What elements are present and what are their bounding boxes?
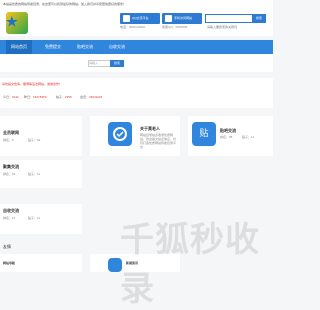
stat-yesterday: 昨日：15478459	[24, 95, 46, 99]
card-4-meta: 贴子：11	[28, 172, 41, 176]
card-4[interactable]: 聚集交流 排名：62 贴子：11	[0, 160, 82, 188]
notice-bar: 本站是优质的网站导航目录，在这里可以找到最好的网站。加入我们并享受更快更好的服务…	[0, 0, 273, 8]
card-4-rank-value: 62	[12, 172, 16, 176]
card-1-rank: 排名：5	[3, 138, 14, 142]
card-1[interactable]: 全员联网 排名：5 贴子：82	[0, 116, 82, 156]
card-3-rank-label: 排名：	[220, 135, 230, 139]
stat-members-value: 43041193	[89, 95, 103, 99]
stat-members-label: 会员：	[80, 95, 90, 99]
app-icon	[108, 122, 132, 146]
card-2-desc: 网站目录站点收录优质网站，欢迎提交站点信息，共同打造优质网站导航目录平台	[140, 133, 177, 149]
stat-yesterday-value: 15478459	[33, 95, 47, 99]
sub-search-area	[0, 54, 273, 72]
sub-search-input[interactable]: 请输入	[88, 60, 112, 67]
nav-item-submit[interactable]: 免费提交	[40, 40, 66, 54]
qq-button[interactable]: QQ交流平台	[120, 13, 160, 24]
mobile-icon	[165, 15, 172, 22]
stat-members: 会员：43041193	[80, 95, 102, 99]
search-button[interactable]: 搜索	[252, 14, 266, 23]
search-box[interactable]	[205, 14, 253, 31]
card-2-title: 关于莫老人	[140, 126, 160, 131]
tieba-icon: 贴	[192, 122, 216, 146]
nav-item-forum[interactable]: 贴吧交流	[72, 40, 98, 54]
card-5-rank-label: 排名：	[3, 216, 13, 220]
card-1-rank-label: 排名：	[3, 138, 13, 142]
watermark: 千狐秒收录	[120, 220, 260, 309]
section-label: 友情	[3, 244, 11, 249]
card-3-meta: 贴子：11	[242, 135, 255, 139]
qq-label: 客服QQ：0000000	[162, 25, 188, 29]
stat-today-label: 今日：	[3, 95, 13, 99]
card-1-meta: 贴子：82	[28, 138, 41, 142]
card-5-meta: 贴子：11	[28, 216, 41, 220]
card-4-title: 聚集交流	[3, 164, 19, 169]
sub-search-button[interactable]: 搜索	[110, 60, 124, 67]
search-input[interactable]	[206, 23, 252, 31]
phone-label: 电话：0000-00000	[120, 25, 146, 29]
bottom-card-1-title: 网站导航	[3, 261, 16, 265]
nav-item-home[interactable]: 网站首页	[6, 40, 32, 54]
card-1-rank-value: 5	[12, 138, 14, 142]
stat-yesterday-label: 昨日：	[24, 95, 34, 99]
card-3-title: 贴吧交流	[220, 128, 236, 133]
stat-today: 今日：3132	[3, 95, 19, 99]
card-5-rank: 排名：17	[3, 216, 15, 220]
card-3[interactable]: 贴 贴吧交流 排名：98 贴子：11	[188, 116, 273, 156]
card-2[interactable]: 关于莫老人 网站目录站点收录优质网站，欢迎提交站点信息，共同打造优质网站导航目录…	[90, 116, 180, 156]
qq-icon	[123, 15, 130, 22]
card-3-rank-value: 98	[229, 135, 233, 139]
notice-text: 本站是优质的网站导航目录，在这里可以找到最好的网站。加入我们并享受更快更好的服务…	[3, 2, 127, 6]
stat-posts-value: 2355	[65, 95, 72, 99]
bottom-card-1[interactable]: 网站导航	[0, 254, 82, 272]
card-5[interactable]: 自收交流 排名：17 贴子：11	[0, 204, 82, 234]
stat-posts: 帖子：2355	[56, 95, 72, 99]
stat-today-value: 3132	[12, 95, 19, 99]
nav-item-exchange[interactable]: 自收交流	[104, 40, 130, 54]
card-4-rank-label: 排名：	[3, 172, 13, 176]
card-1-title: 全员联网	[3, 130, 19, 135]
sub-search-placeholder: 请输入	[89, 61, 99, 65]
stat-posts-label: 帖子：	[56, 95, 66, 99]
mobile-button[interactable]: 手机访问网站	[162, 13, 202, 24]
logo-mark: ★	[6, 14, 18, 29]
card-3-rank: 排名：98	[220, 135, 232, 139]
warning-text: 请勿提交色情、赌博等违法网站，谢谢合作！	[2, 82, 63, 86]
card-5-title: 自收交流	[3, 208, 19, 213]
card-5-rank-value: 17	[12, 216, 16, 220]
card-4-rank: 排名：62	[3, 172, 15, 176]
